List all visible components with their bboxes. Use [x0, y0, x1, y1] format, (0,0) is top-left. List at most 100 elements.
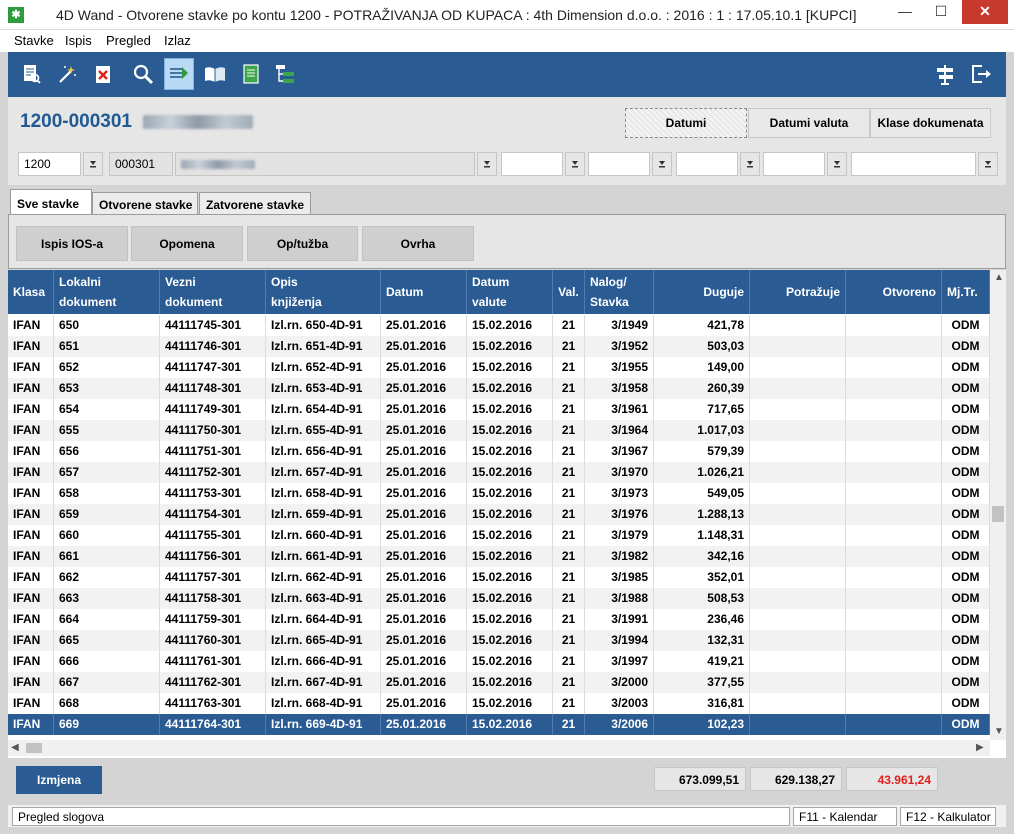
- table-row[interactable]: IFAN 654 44111749-301 Izl.rn. 654-4D-91 25.0…: [8, 399, 990, 420]
- cell-potrazuje: [750, 462, 846, 483]
- filter-field-4[interactable]: [763, 152, 825, 176]
- table-row[interactable]: IFAN 666 44111761-301 Izl.rn. 666-4D-91 25.0…: [8, 651, 990, 672]
- tree-icon[interactable]: [270, 58, 300, 90]
- ispis-ios-button[interactable]: Ispis IOS-a: [16, 226, 128, 261]
- book-icon[interactable]: [200, 58, 230, 90]
- menu-stavke[interactable]: Stavke: [14, 33, 54, 48]
- column-header-datum[interactable]: Datum: [381, 270, 467, 314]
- vertical-scroll-thumb[interactable]: [992, 506, 1004, 522]
- column-header-vezni-dokument[interactable]: Vezni dokument: [160, 270, 266, 314]
- column-header-klasa[interactable]: Klasa: [8, 270, 54, 314]
- table-row[interactable]: IFAN 656 44111751-301 Izl.rn. 656-4D-91 25.0…: [8, 441, 990, 462]
- menu-ispis[interactable]: Ispis: [65, 33, 92, 48]
- filter-field-3[interactable]: [676, 152, 738, 176]
- filter-dropdown-3[interactable]: [740, 152, 760, 176]
- column-header-otvoreno[interactable]: Otvoreno: [846, 270, 942, 314]
- cell-potrazuje: [750, 630, 846, 651]
- cell-datum-valute: 15.02.2016: [467, 567, 553, 588]
- tab-sve-stavke[interactable]: Sve stavke: [10, 189, 92, 216]
- column-header-nalog-stavka[interactable]: Nalog/Stavka: [585, 270, 654, 314]
- cell-duguje: 1.017,03: [654, 420, 750, 441]
- delete-doc-icon[interactable]: [88, 58, 118, 90]
- partner-dropdown-button[interactable]: [477, 152, 497, 176]
- table-row[interactable]: IFAN 667 44111762-301 Izl.rn. 667-4D-91 25.0…: [8, 672, 990, 693]
- cell-potrazuje: [750, 441, 846, 462]
- optuzba-button[interactable]: Op/tužba: [247, 226, 358, 261]
- view-datumi-valuta-button[interactable]: Datumi valuta: [748, 108, 870, 138]
- horizontal-scrollbar[interactable]: ◀ ▶: [8, 740, 990, 756]
- table-row[interactable]: IFAN 668 44111763-301 Izl.rn. 668-4D-91 25.0…: [8, 693, 990, 714]
- exit-icon[interactable]: [966, 58, 996, 90]
- cell-val: 21: [553, 609, 585, 630]
- header-panel: 1200-000301 Datumi Datumi valuta Klase d…: [8, 97, 1006, 185]
- table-row[interactable]: IFAN 659 44111754-301 Izl.rn. 659-4D-91 25.0…: [8, 504, 990, 525]
- column-header-datum-valute[interactable]: Datum valute: [467, 270, 553, 314]
- filter-dropdown-2[interactable]: [652, 152, 672, 176]
- cell-klasa: IFAN: [8, 651, 54, 672]
- filter-field-2[interactable]: [588, 152, 650, 176]
- konto-dropdown-button[interactable]: [83, 152, 103, 176]
- report-icon[interactable]: [16, 58, 46, 90]
- cell-datum: 25.01.2016: [381, 630, 467, 651]
- opomena-button[interactable]: Opomena: [131, 226, 243, 261]
- signpost-icon[interactable]: [930, 58, 960, 90]
- izmjena-button[interactable]: Izmjena: [16, 766, 102, 794]
- filter-dropdown-4[interactable]: [827, 152, 847, 176]
- filter-field-5[interactable]: [851, 152, 976, 176]
- column-header-val[interactable]: Val.: [553, 270, 585, 314]
- table-row[interactable]: IFAN 669 44111764-301 Izl.rn. 669-4D-91 25.0…: [8, 714, 990, 735]
- filter-field-1[interactable]: [501, 152, 563, 176]
- table-row[interactable]: IFAN 658 44111753-301 Izl.rn. 658-4D-91 25.0…: [8, 483, 990, 504]
- filter-dropdown-1[interactable]: [565, 152, 585, 176]
- maximize-button[interactable]: ☐: [924, 0, 958, 24]
- view-klase-dokumenata-button[interactable]: Klase dokumenata: [870, 108, 991, 138]
- tab-zatvorene-stavke[interactable]: Zatvorene stavke: [199, 192, 311, 215]
- vertical-scrollbar[interactable]: ▲ ▼: [990, 270, 1006, 740]
- table-row[interactable]: IFAN 657 44111752-301 Izl.rn. 657-4D-91 25.0…: [8, 462, 990, 483]
- status-f12-calculator[interactable]: F12 - Kalkulator: [900, 807, 996, 826]
- status-f11-calendar[interactable]: F11 - Kalendar: [793, 807, 897, 826]
- menu-pregled[interactable]: Pregled: [106, 33, 151, 48]
- cell-nalog-stavka: 3/1991: [585, 609, 654, 630]
- filter-list-icon[interactable]: [164, 58, 194, 90]
- table-row[interactable]: IFAN 660 44111755-301 Izl.rn. 660-4D-91 25.0…: [8, 525, 990, 546]
- search-icon[interactable]: [128, 58, 158, 90]
- table-row[interactable]: IFAN 662 44111757-301 Izl.rn. 662-4D-91 25.0…: [8, 567, 990, 588]
- wand-icon[interactable]: [52, 58, 82, 90]
- minimize-button[interactable]: —: [888, 0, 922, 24]
- table-row[interactable]: IFAN 653 44111748-301 Izl.rn. 653-4D-91 25.0…: [8, 378, 990, 399]
- cell-vezni-dokument: 44111756-301: [160, 546, 266, 567]
- cell-klasa: IFAN: [8, 672, 54, 693]
- app-icon[interactable]: ✱: [8, 7, 24, 23]
- table-row[interactable]: IFAN 655 44111750-301 Izl.rn. 655-4D-91 25.0…: [8, 420, 990, 441]
- table-row[interactable]: IFAN 650 44111745-301 Izl.rn. 650-4D-91 25.0…: [8, 315, 990, 336]
- document-icon[interactable]: [236, 58, 266, 90]
- horizontal-scroll-thumb[interactable]: [26, 743, 42, 753]
- column-header-lokalni-dokument[interactable]: Lokalni dokument: [54, 270, 160, 314]
- column-header-opis-knjizenja[interactable]: Opis knjiženja: [266, 270, 381, 314]
- cell-mj-tr: ODM: [942, 504, 990, 525]
- view-datumi-button[interactable]: Datumi: [625, 108, 747, 138]
- table-row[interactable]: IFAN 663 44111758-301 Izl.rn. 663-4D-91 25.0…: [8, 588, 990, 609]
- table-row[interactable]: IFAN 651 44111746-301 Izl.rn. 651-4D-91 25.0…: [8, 336, 990, 357]
- cell-datum-valute: 15.02.2016: [467, 714, 553, 735]
- cell-val: 21: [553, 714, 585, 735]
- cell-datum: 25.01.2016: [381, 420, 467, 441]
- table-row[interactable]: IFAN 661 44111756-301 Izl.rn. 661-4D-91 25.0…: [8, 546, 990, 567]
- close-button[interactable]: ✕: [962, 0, 1008, 24]
- tab-bar: Sve stavke Otvorene stavke Zatvorene sta…: [8, 185, 1006, 216]
- menu-izlaz[interactable]: Izlaz: [164, 33, 191, 48]
- cell-opis-knjizenja: Izl.rn. 661-4D-91: [266, 546, 381, 567]
- partner-code-field[interactable]: 000301: [109, 152, 173, 176]
- column-header-mj-tr[interactable]: Mj.Tr.: [942, 270, 990, 314]
- column-header-potrazuje[interactable]: Potražuje: [750, 270, 846, 314]
- table-row[interactable]: IFAN 665 44111760-301 Izl.rn. 665-4D-91 25.0…: [8, 630, 990, 651]
- table-row[interactable]: IFAN 664 44111759-301 Izl.rn. 664-4D-91 25.0…: [8, 609, 990, 630]
- konto-field[interactable]: 1200: [18, 152, 81, 176]
- filter-dropdown-5[interactable]: [978, 152, 998, 176]
- partner-name-field[interactable]: [175, 152, 475, 176]
- table-row[interactable]: IFAN 652 44111747-301 Izl.rn. 652-4D-91 25.0…: [8, 357, 990, 378]
- ovrha-button[interactable]: Ovrha: [362, 226, 474, 261]
- tab-otvorene-stavke[interactable]: Otvorene stavke: [92, 192, 198, 215]
- column-header-duguje[interactable]: Duguje: [654, 270, 750, 314]
